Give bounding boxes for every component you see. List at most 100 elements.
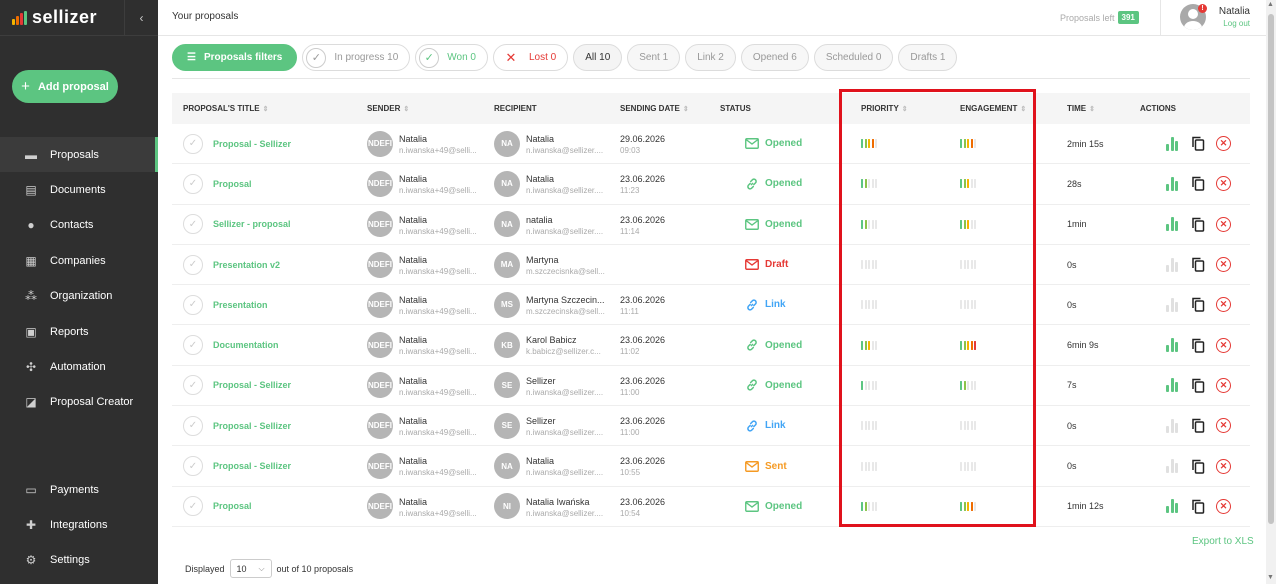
header-engagement[interactable]: ENGAGEMENT ⇕ [960,104,1026,113]
sidebar-item-proposals[interactable]: ▬ Proposals [0,137,158,173]
header-title[interactable]: PROPOSAL'S TITLE ⇕ [183,104,268,113]
stats-chart-icon[interactable] [1166,378,1180,393]
delete-icon[interactable]: ✕ [1216,216,1231,232]
copy-icon[interactable] [1191,338,1205,353]
export-xls-link[interactable]: Export to XLS [1192,536,1254,547]
row-check-icon[interactable]: ✓ [183,456,203,477]
copy-icon[interactable] [1191,257,1205,272]
sidebar-item-organization[interactable]: ⁂ Organization [0,279,158,314]
delete-icon[interactable]: ✕ [1216,257,1231,273]
stats-chart-icon[interactable] [1166,297,1180,312]
copy-icon[interactable] [1191,297,1205,313]
stats-chart-icon[interactable] [1166,499,1180,514]
sidebar-item-companies[interactable]: ▦ Companies [0,243,158,278]
sidebar-item-payments[interactable]: ▭ Payments [0,472,158,507]
copy-icon[interactable] [1191,217,1205,232]
table-row[interactable]: ✓ Proposal - Sellizer NDEFI Natalia n.iwansk… [172,124,1250,165]
table-row[interactable]: ✓ Proposal NDEFI Natalia n.iwanska+49@selli.… [172,487,1250,527]
page-size-select[interactable]: 10 ⌵ [229,559,272,578]
filter-pill-gray[interactable]: Scheduled 0 [813,44,894,71]
delete-icon[interactable]: ✕ [1216,377,1231,393]
table-row[interactable]: ✓ Documentation NDEFI Natalia n.iwanska+49@s… [172,325,1250,366]
table-row[interactable]: ✓ Presentation NDEFI Natalia n.iwanska+49@se… [172,285,1250,326]
table-row[interactable]: ✓ Proposal NDEFI Natalia n.iwanska+49@selli.… [172,164,1250,205]
table-row[interactable]: ✓ Proposal - Sellizer NDEFI Natalia n.iwansk… [172,446,1250,487]
sidebar: sellizer ‹ + Add proposal ▬ Proposals ▤ Doc… [0,0,158,584]
copy-icon[interactable] [1191,499,1205,514]
proposal-title-link[interactable]: Proposal [213,179,252,189]
stats-chart-icon[interactable] [1166,217,1180,232]
row-check-icon[interactable]: ✓ [183,415,203,436]
row-check-icon[interactable]: ✓ [183,294,203,315]
row-check-icon[interactable]: ✓ [183,496,203,517]
stats-chart-icon[interactable] [1166,176,1180,191]
delete-icon[interactable]: ✕ [1216,458,1231,474]
logo[interactable]: sellizer [0,0,124,36]
notification-badge[interactable]: ! [1198,4,1207,13]
filter-pill-lost[interactable]: ✕ Lost 0 [493,44,569,71]
add-proposal-button[interactable]: + Add proposal [12,70,118,103]
scroll-down-icon[interactable]: ▼ [1267,574,1274,581]
copy-icon[interactable] [1191,459,1205,474]
page-scrollbar[interactable]: ▲ ▼ [1266,0,1276,584]
sidebar-item-proposal-creator[interactable]: ◪ Proposal Creator [0,385,158,420]
row-check-icon[interactable]: ✓ [183,375,203,396]
delete-icon[interactable]: ✕ [1216,297,1231,313]
table-row[interactable]: ✓ Sellizer - proposal NDEFI Natalia n.iwansk… [172,205,1250,245]
header-sending-date[interactable]: SENDING DATE ⇕ [620,104,689,113]
proposal-title-link[interactable]: Sellizer - proposal [213,219,291,229]
sidebar-item-automation[interactable]: ✣ Automation [0,349,158,384]
sidebar-item-reports[interactable]: ▣ Reports [0,314,158,349]
stats-chart-icon[interactable] [1166,459,1180,474]
copy-icon[interactable] [1191,378,1205,393]
filter-pill-won[interactable]: ✓ Won 0 [415,44,488,71]
collapse-sidebar-icon[interactable]: ‹ [124,0,158,36]
row-check-icon[interactable]: ✓ [183,254,203,275]
row-check-icon[interactable]: ✓ [183,335,203,356]
stats-chart-icon[interactable] [1166,136,1180,151]
sidebar-item-contacts[interactable]: ● Contacts [0,208,158,243]
scrollbar-thumb[interactable] [1268,14,1274,524]
scroll-up-icon[interactable]: ▲ [1267,1,1274,8]
proposal-title-link[interactable]: Proposal - Sellizer [213,461,291,471]
filter-pill-gray[interactable]: Drafts 1 [898,44,958,71]
level-bar [868,380,870,390]
filter-pill-gray[interactable]: Opened 6 [740,44,809,71]
proposal-title-link[interactable]: Proposal - Sellizer [213,421,291,431]
header-time[interactable]: TIME ⇕ [1067,104,1095,113]
sidebar-item-integrations[interactable]: ✚ Integrations [0,507,158,542]
copy-icon[interactable] [1191,176,1205,192]
filter-pill-gray[interactable]: Sent 1 [627,44,681,71]
copy-icon[interactable] [1191,418,1205,433]
header-sender[interactable]: SENDER ⇕ [367,104,409,113]
proposal-title-link[interactable]: Presentation [213,300,268,310]
row-check-icon[interactable]: ✓ [183,214,203,235]
table-row[interactable]: ✓ Proposal - Sellizer NDEFI Natalia n.iwansk… [172,366,1250,407]
sidebar-item-documents[interactable]: ▤ Documents [0,172,158,207]
stats-chart-icon[interactable] [1166,418,1180,433]
proposal-title-link[interactable]: Documentation [213,340,279,350]
table-row[interactable]: ✓ Presentation v2 NDEFI Natalia n.iwanska+49… [172,245,1250,286]
logout-link[interactable]: Log out [1223,19,1250,28]
proposal-title-link[interactable]: Proposal [213,501,252,511]
header-priority[interactable]: PRIORITY ⇕ [861,104,908,113]
sidebar-item-settings[interactable]: ⚙ Settings [0,543,158,578]
proposal-title-link[interactable]: Proposal - Sellizer [213,380,291,390]
stats-chart-icon[interactable] [1166,338,1180,353]
row-check-icon[interactable]: ✓ [183,173,203,194]
delete-icon[interactable]: ✕ [1216,176,1231,192]
filter-pill-gray[interactable]: Link 2 [685,44,736,71]
proposal-title-link[interactable]: Proposal - Sellizer [213,139,291,149]
filter-pill-all[interactable]: All 10 [573,44,623,71]
copy-icon[interactable] [1191,136,1205,151]
filter-pill-progress[interactable]: ✓ In progress 10 [302,44,411,71]
proposals-filters-button[interactable]: ☰ Proposals filters [172,44,298,71]
delete-icon[interactable]: ✕ [1216,418,1231,434]
table-row[interactable]: ✓ Proposal - Sellizer NDEFI Natalia n.iwansk… [172,406,1250,447]
proposal-title-link[interactable]: Presentation v2 [213,260,280,270]
stats-chart-icon[interactable] [1166,257,1180,272]
delete-icon[interactable]: ✕ [1216,498,1231,514]
delete-icon[interactable]: ✕ [1216,136,1231,152]
delete-icon[interactable]: ✕ [1216,337,1231,353]
row-check-icon[interactable]: ✓ [183,133,203,154]
